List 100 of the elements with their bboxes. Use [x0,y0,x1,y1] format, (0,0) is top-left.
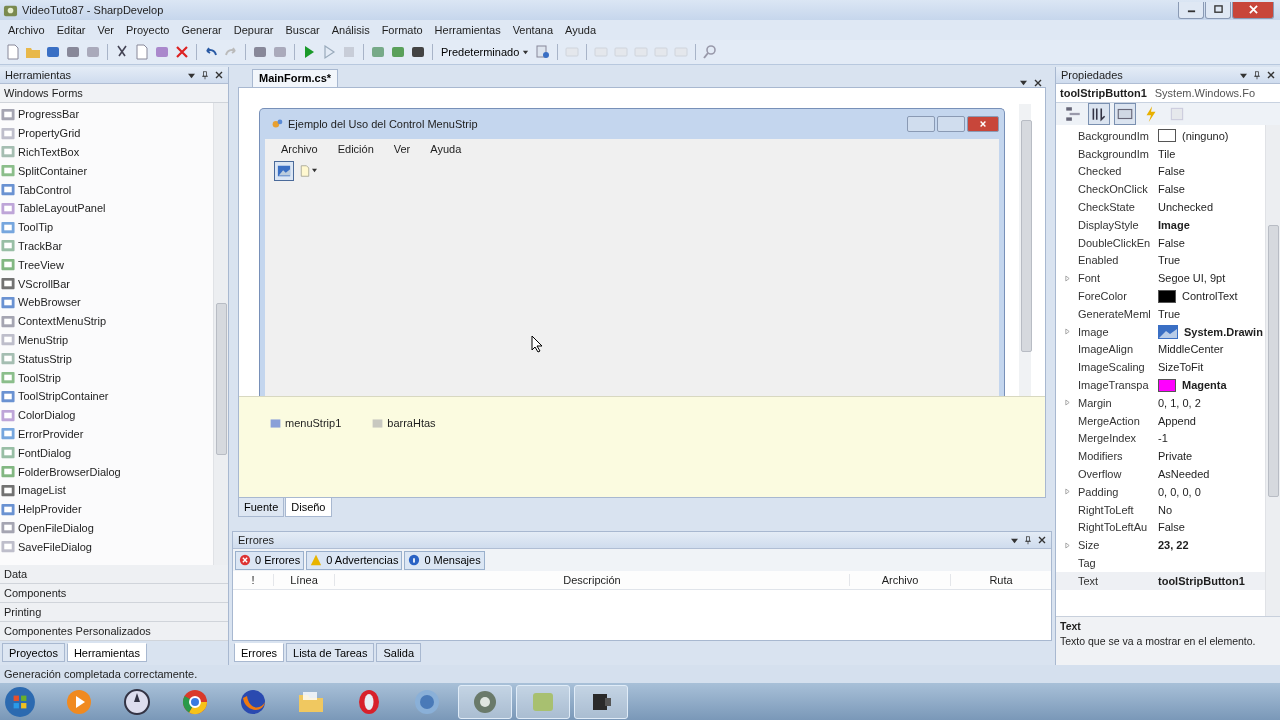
toolbox-item[interactable]: TrackBar [18,239,63,252]
minimize-button[interactable] [1178,1,1204,19]
expand-icon[interactable] [1064,274,1070,282]
scrollbar[interactable] [213,103,228,565]
property-value[interactable]: False [1158,236,1185,249]
scrollbar[interactable] [1019,103,1031,397]
expand-icon[interactable] [1064,399,1070,407]
panel-tab[interactable]: Lista de Tareas [286,643,375,662]
property-value[interactable]: False [1158,521,1185,534]
property-value[interactable]: False [1158,183,1185,196]
toolbox-item[interactable]: StatusStrip [18,352,72,365]
toolbox-item[interactable]: MenuStrip [18,333,69,346]
menu-item[interactable]: Ayuda [559,24,602,36]
property-value[interactable]: Segoe UI, 9pt [1158,272,1226,285]
property-value[interactable]: Private [1158,450,1193,463]
document-tab[interactable]: MainForm.cs* [252,68,339,87]
start-button[interactable] [4,685,36,718]
panel-tab[interactable]: Herramientas [66,643,147,662]
property-value[interactable]: (ninguno) [1182,129,1229,142]
toolbox-item[interactable]: ImageList [18,484,66,497]
property-value[interactable]: SizeToFit [1158,361,1204,374]
property-name[interactable]: BackgroundIm [1078,147,1156,160]
menu-item[interactable]: Buscar [279,24,326,36]
property-value[interactable]: MiddleCenter [1158,343,1224,356]
property-value[interactable]: True [1158,254,1181,267]
property-value[interactable]: ControlText [1182,290,1238,303]
properties-icon[interactable] [1114,103,1136,125]
column-header[interactable]: Línea [274,574,335,587]
close-button[interactable] [967,115,999,132]
menu-item[interactable]: Análisis [325,24,376,36]
menu-item[interactable]: Depurar [227,24,280,36]
category-header[interactable]: Printing [0,603,228,622]
toolbox-item[interactable]: FolderBrowserDialog [18,465,121,478]
menu-item[interactable]: Generar [175,24,228,36]
menu-item[interactable]: Formato [375,24,429,36]
menu-item[interactable]: Herramientas [428,24,507,36]
toolbox-item[interactable]: TabControl [18,183,72,196]
panel-tab[interactable]: Salida [376,643,422,662]
scrollbar[interactable] [1265,125,1280,616]
expand-icon[interactable] [1064,541,1070,549]
property-name[interactable]: CheckOnClick [1078,183,1156,196]
media-player-icon[interactable] [65,687,93,716]
close-icon[interactable] [215,71,223,79]
property-value[interactable]: 0, 0, 0, 0 [1158,485,1201,498]
alphabetical-icon[interactable] [1088,103,1110,125]
property-value[interactable]: 23, 22 [1158,539,1189,552]
property-name[interactable]: Font [1078,272,1156,285]
filter-button[interactable]: 0 Errores [235,550,305,570]
property-value[interactable]: Image [1158,218,1190,231]
toolbox-item[interactable]: ToolStrip [18,371,61,384]
view-tab[interactable]: Fuente [238,498,285,518]
view-tab[interactable]: Diseño [285,498,332,518]
toolbox-item[interactable]: FontDialog [18,446,72,459]
property-value[interactable]: 0, 1, 0, 2 [1158,396,1201,409]
column-header[interactable]: Ruta [951,574,1051,587]
property-name[interactable]: Tag [1078,557,1156,569]
delete-icon[interactable] [174,44,190,60]
menu-item[interactable]: Editar [50,24,92,36]
property-value[interactable]: False [1158,165,1185,178]
property-name[interactable]: Overflow [1078,468,1156,481]
globe-icon[interactable] [181,687,209,716]
minimize-button[interactable] [907,115,935,132]
column-header[interactable]: Descripción [335,574,850,587]
tray-component[interactable]: barraHtas [387,417,436,430]
toolbox-item[interactable]: HelpProvider [18,503,82,516]
maximize-button[interactable] [1205,1,1231,19]
close-button[interactable] [1232,1,1274,19]
property-name[interactable]: MergeIndex [1078,432,1156,445]
property-value[interactable]: -1 [1158,432,1168,445]
form-menu-item[interactable]: Edición [337,142,374,155]
property-value[interactable]: Unchecked [1158,201,1214,214]
property-value[interactable]: System.Drawin [1184,325,1263,338]
form-menu-item[interactable]: Ver [393,142,411,155]
property-value[interactable]: AsNeeded [1158,468,1210,481]
property-name[interactable]: DoubleClickEn [1078,236,1156,249]
property-name[interactable]: Checked [1078,165,1156,178]
form-menu-item[interactable]: Archivo [281,142,318,155]
category-header[interactable]: Components [0,584,228,603]
expand-icon[interactable] [1064,328,1070,336]
document-icon[interactable] [5,44,21,60]
toolbox-item[interactable]: WebBrowser [18,296,81,309]
toolbox-item[interactable]: SplitContainer [18,164,88,177]
column-header[interactable]: Archivo [850,574,951,587]
property-name[interactable]: ForeColor [1078,290,1156,303]
property-value[interactable]: Append [1158,414,1196,427]
toolbox-item[interactable]: OpenFileDialog [18,521,94,534]
toolbox-item[interactable]: ColorDialog [18,409,76,422]
toolbox-item[interactable]: ToolStripContainer [18,390,109,403]
dropdown-icon[interactable] [188,71,195,79]
property-value[interactable]: Magenta [1182,379,1227,392]
property-name[interactable]: ImageScaling [1078,361,1156,374]
property-name[interactable]: BackgroundIm [1078,129,1156,142]
play-outline-icon[interactable] [321,44,337,60]
dropdown-icon[interactable] [1011,536,1018,544]
compass-icon[interactable] [123,687,151,716]
close-icon[interactable] [1034,78,1042,87]
property-name[interactable]: Enabled [1078,254,1156,267]
dropdown-icon[interactable] [1020,79,1027,87]
close-icon[interactable] [1267,71,1275,79]
property-value[interactable]: No [1158,503,1173,516]
